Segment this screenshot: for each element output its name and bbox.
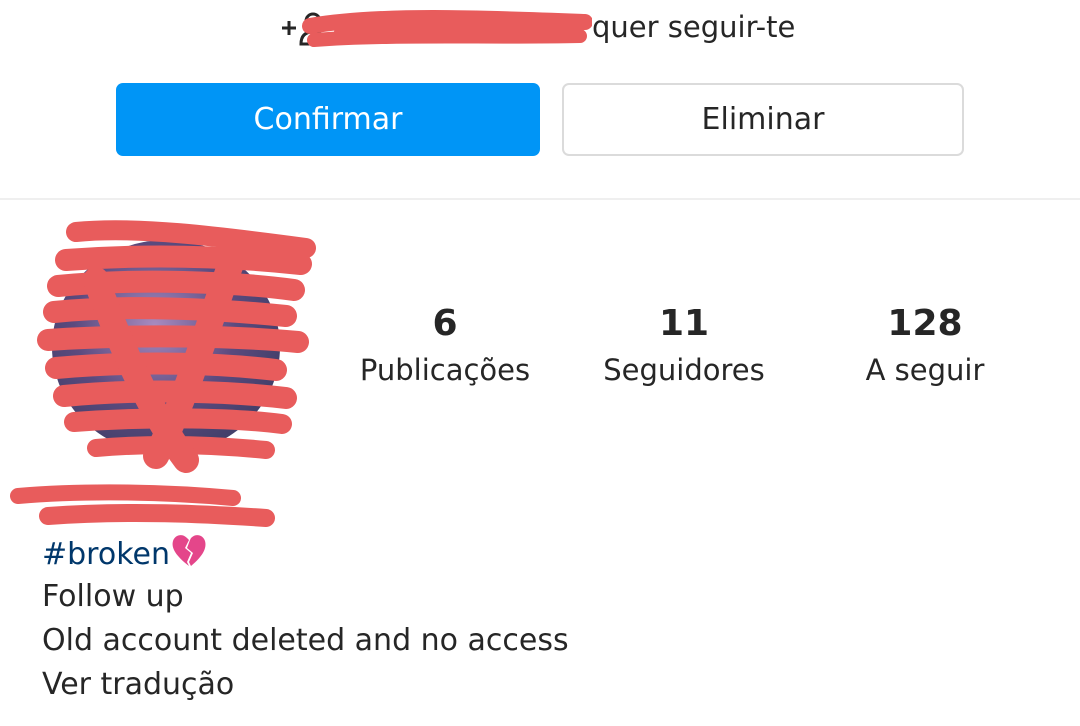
followers-stat[interactable]: 11 Seguidores [564,300,804,392]
broken-heart-icon [172,535,206,566]
delete-button[interactable]: Eliminar [562,83,964,156]
follow-request-message: quer seguir-te [592,10,796,44]
following-label: A seguir [865,353,985,387]
see-translation-link[interactable]: Ver tradução [42,665,234,705]
profile-screen: quer seguir-te Confirmar Eliminar 6 Publ… [0,0,1080,726]
name-redaction [10,484,275,527]
username-redaction [302,10,592,47]
confirm-button[interactable]: Confirmar [116,83,540,156]
following-stat[interactable]: 128 A seguir [805,300,1045,392]
bio-hashtag-line: #broken [42,532,208,575]
avatar[interactable] [52,240,280,454]
posts-stat[interactable]: 6 Publicações [325,300,565,392]
section-divider [0,198,1080,200]
add-person-icon [282,12,327,46]
bio-line-old-account: Old account deleted and no access [42,623,569,658]
followers-label: Seguidores [603,353,765,387]
bio-line-follow: Follow up [42,579,184,614]
hashtag-link[interactable]: #broken [42,537,170,572]
followers-count: 11 [658,303,710,344]
follow-request-banner: quer seguir-te [0,0,1080,60]
posts-label: Publicações [359,353,531,387]
following-count: 128 [887,303,963,344]
posts-count: 6 [432,303,458,344]
